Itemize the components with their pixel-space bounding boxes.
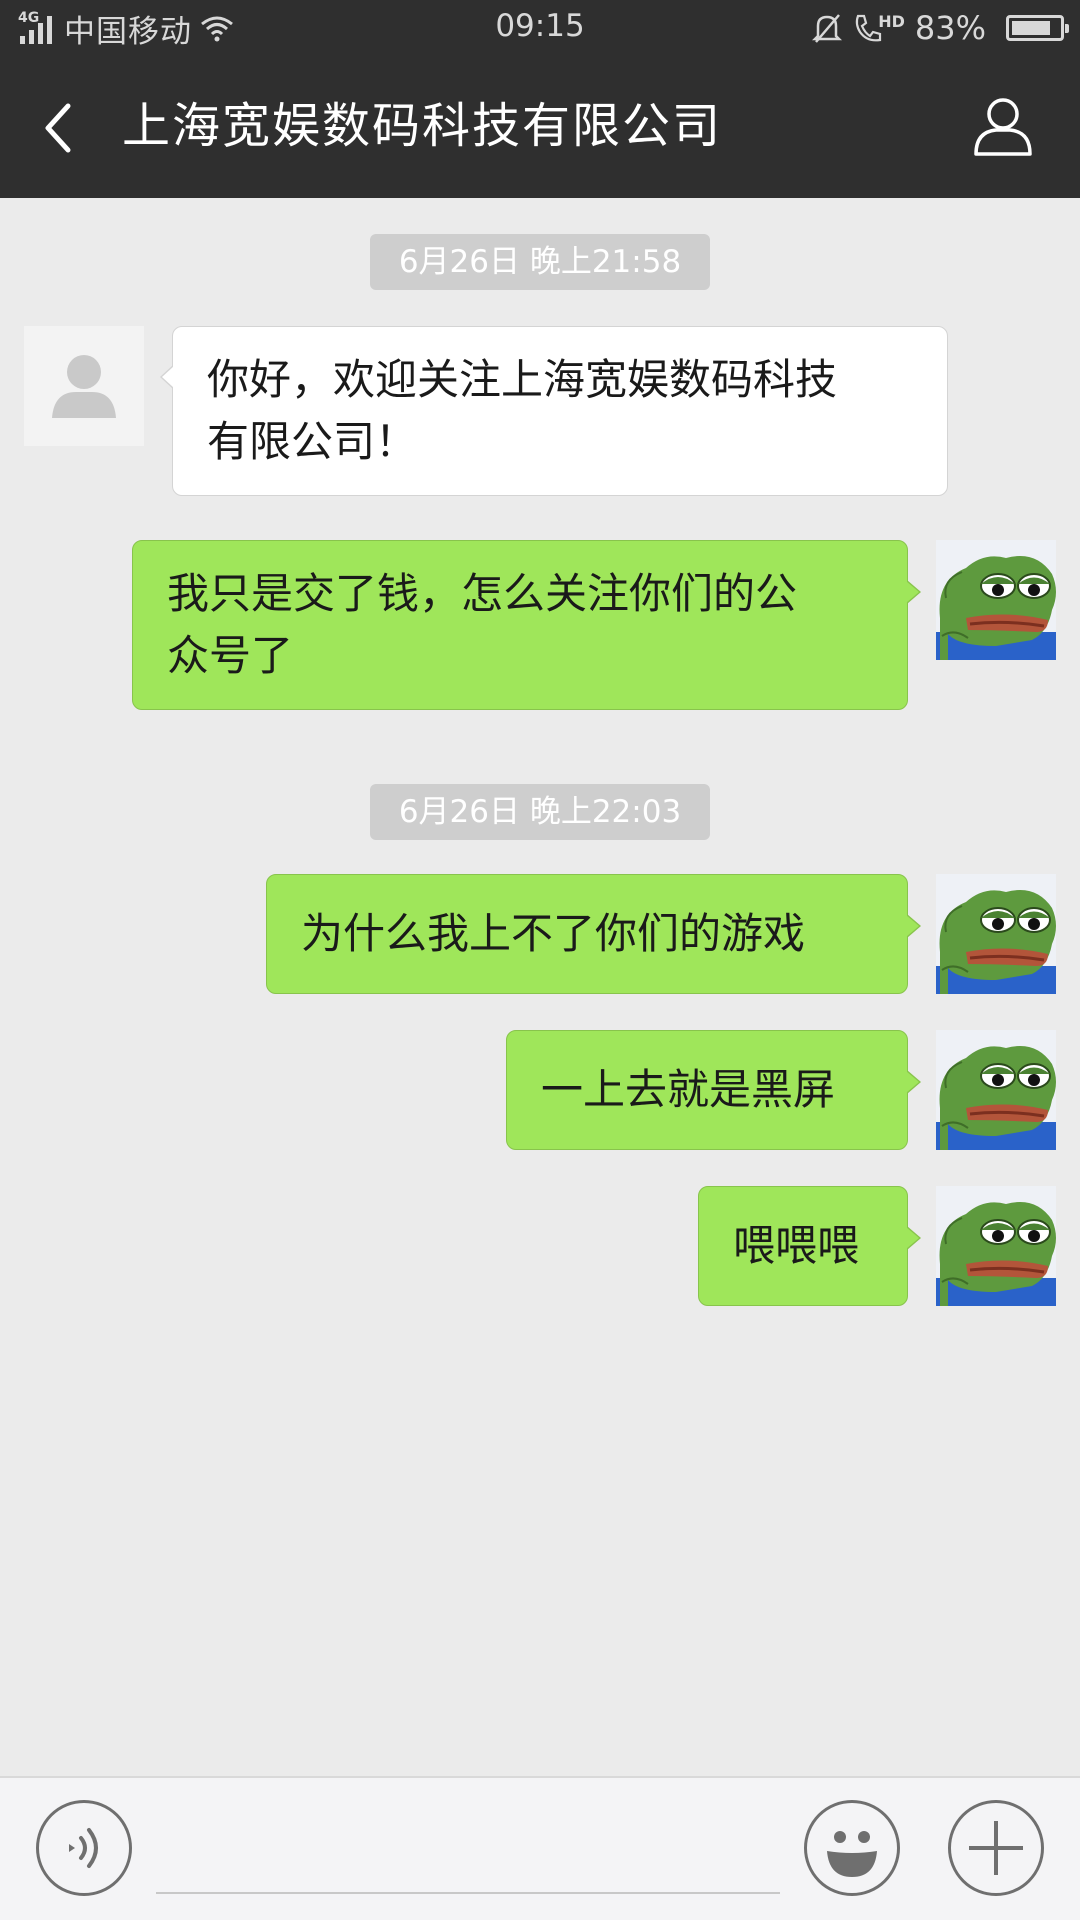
emoji-icon[interactable] bbox=[804, 1800, 900, 1896]
message-bubble-outgoing[interactable]: 一上去就是黑屏 bbox=[506, 1030, 921, 1150]
message-bubble-outgoing[interactable]: 为什么我上不了你们的游戏 bbox=[266, 874, 921, 994]
frog-avatar[interactable] bbox=[936, 874, 1056, 994]
message-text: 一上去就是黑屏 bbox=[541, 1065, 836, 1114]
title-bar: 上海宽娱数码科技有限公司 bbox=[0, 56, 1080, 198]
battery-icon bbox=[1006, 15, 1069, 41]
message-bubble-outgoing[interactable]: 喂喂喂 bbox=[698, 1186, 921, 1306]
message-bubble-outgoing[interactable]: 我只是交了钱，怎么关注你们的公 众号了 bbox=[132, 540, 921, 710]
timestamp: 6月26日 晚上21:58 bbox=[370, 234, 710, 290]
timestamp: 6月26日 晚上22:03 bbox=[370, 784, 710, 840]
voice-icon[interactable] bbox=[36, 1800, 132, 1896]
chat-area[interactable]: 6月26日 晚上21:58 你好，欢迎关注上海宽娱数码科技 有限公司！ 我只是交… bbox=[0, 198, 1080, 1776]
battery-percent: 83% bbox=[914, 9, 986, 47]
status-right: HD 83% bbox=[812, 8, 1069, 48]
default-avatar-icon[interactable] bbox=[24, 326, 144, 446]
message-text: 众号了 bbox=[167, 631, 294, 680]
message-input[interactable] bbox=[156, 1816, 780, 1894]
mute-bell-icon bbox=[812, 14, 843, 43]
message-text: 有限公司！ bbox=[207, 417, 418, 466]
hd-call-icon: HD bbox=[852, 12, 905, 44]
message-text: 喂喂喂 bbox=[733, 1221, 860, 1270]
frog-avatar[interactable] bbox=[936, 540, 1056, 660]
frog-avatar[interactable] bbox=[936, 1030, 1056, 1150]
message-text: 我只是交了钱，怎么关注你们的公 bbox=[167, 569, 798, 618]
message-bubble-incoming[interactable]: 你好，欢迎关注上海宽娱数码科技 有限公司！ bbox=[160, 326, 948, 496]
plus-icon[interactable] bbox=[948, 1800, 1044, 1896]
message-text: 你好，欢迎关注上海宽娱数码科技 bbox=[207, 355, 838, 404]
frog-avatar[interactable] bbox=[936, 1186, 1056, 1306]
hd-label: HD bbox=[878, 12, 905, 31]
input-bar bbox=[0, 1776, 1080, 1920]
battery-fill bbox=[1012, 21, 1050, 35]
message-text: 为什么我上不了你们的游戏 bbox=[301, 909, 806, 958]
chat-title: 上海宽娱数码科技有限公司 bbox=[122, 98, 723, 154]
status-bar: 4G 中国移动 09:15 HD 83% bbox=[0, 0, 1080, 56]
chevron-left-icon[interactable] bbox=[34, 98, 84, 158]
person-icon[interactable] bbox=[972, 94, 1034, 158]
